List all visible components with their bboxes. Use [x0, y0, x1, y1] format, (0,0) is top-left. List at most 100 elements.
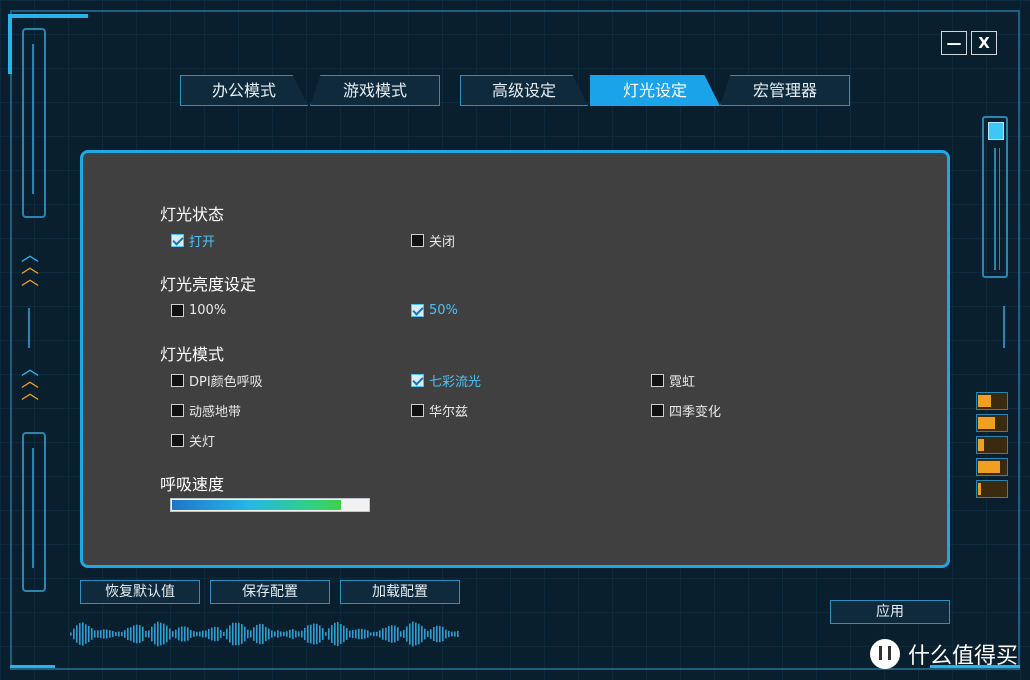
wave-bar: [376, 631, 378, 637]
slider-handle[interactable]: [988, 122, 1004, 140]
wave-bar: [328, 628, 330, 640]
checkbox-icon: [411, 403, 424, 417]
wave-bar: [142, 626, 144, 642]
close-button[interactable]: X: [971, 31, 997, 55]
mode-dpi-breathing-checkbox[interactable]: DPI颜色呼吸: [171, 371, 263, 390]
chevron-up-icon: ︿ ︿ ︿: [21, 359, 39, 404]
wave-bar: [364, 629, 366, 639]
wave-bar: [430, 629, 432, 639]
checkbox-icon: [171, 433, 184, 447]
wave-bar: [355, 629, 357, 639]
wave-bar: [397, 627, 399, 641]
wave-bar: [202, 630, 204, 638]
wave-bar: [319, 625, 321, 643]
apply-button[interactable]: 应用: [830, 600, 950, 624]
option-label: 关灯: [189, 434, 216, 450]
wave-bar: [409, 623, 411, 645]
wave-bar: [388, 626, 390, 642]
mode-light-off-checkbox[interactable]: 关灯: [171, 431, 216, 450]
tab-game-mode[interactable]: 游戏模式: [310, 75, 440, 106]
light-state-title: 灯光状态: [160, 205, 225, 224]
wave-bar: [190, 630, 192, 638]
breath-speed-slider[interactable]: [170, 498, 370, 512]
mode-waltz-checkbox[interactable]: 华尔兹: [411, 401, 469, 420]
chevron-up-icon: ︿ ︿ ︿: [21, 245, 39, 290]
load-config-button[interactable]: 加载配置: [340, 580, 460, 604]
wave-bar: [301, 630, 303, 638]
tab-office-mode[interactable]: 办公模式: [180, 75, 308, 106]
wave-bar: [127, 627, 129, 641]
wave-bar: [100, 630, 102, 638]
wave-bar: [277, 630, 279, 638]
brightness-50-checkbox[interactable]: 50%: [411, 301, 458, 319]
restore-default-button[interactable]: 恢复默认值: [80, 580, 200, 604]
wave-bar: [118, 631, 120, 637]
wave-bar: [160, 622, 162, 646]
smzdm-logo-icon: [869, 639, 900, 669]
wave-bar: [232, 622, 234, 646]
wave-bar: [79, 623, 81, 645]
tab-advanced-settings[interactable]: 高级设定: [460, 75, 588, 106]
wave-bar: [427, 630, 429, 638]
wave-bar: [76, 625, 78, 643]
mode-rainbow-flow-checkbox[interactable]: 七彩流光: [411, 371, 481, 390]
wave-bar: [454, 631, 456, 637]
wave-bar: [361, 628, 363, 640]
wave-bar: [424, 628, 426, 640]
mode-dynamic-zone-checkbox[interactable]: 动感地带: [171, 401, 241, 420]
wave-bar: [406, 626, 408, 642]
wave-bar: [316, 623, 318, 645]
option-label: DPI颜色呼吸: [189, 374, 263, 390]
wave-bar: [382, 628, 384, 640]
frame-corner-accent: [10, 665, 55, 668]
wave-bar: [274, 631, 276, 637]
wave-bar: [256, 624, 258, 644]
light-off-checkbox[interactable]: 关闭: [411, 231, 455, 250]
breath-speed-title: 呼吸速度: [160, 475, 225, 494]
tab-macro-manager[interactable]: 宏管理器: [720, 75, 850, 106]
left-decor-rail: [22, 432, 46, 592]
left-decor-rail: [22, 28, 46, 218]
frame-corner-accent: [8, 14, 12, 74]
wave-bar: [88, 625, 90, 643]
slider-track: [994, 148, 1000, 270]
wave-bar: [313, 623, 315, 645]
wave-bar: [112, 631, 114, 637]
minimize-button[interactable]: —: [941, 31, 967, 55]
light-on-checkbox[interactable]: 打开: [171, 231, 215, 250]
wave-bar: [208, 628, 210, 640]
wave-bar: [247, 629, 249, 639]
wave-bar: [169, 628, 171, 640]
checkbox-icon: [171, 403, 184, 417]
mode-four-seasons-checkbox[interactable]: 四季变化: [651, 401, 721, 420]
wave-bar: [145, 630, 147, 638]
mode-neon-checkbox[interactable]: 霓虹: [651, 371, 695, 390]
wave-bar: [229, 625, 231, 643]
wave-bar: [253, 627, 255, 641]
wave-bar: [394, 625, 396, 643]
wave-bar: [193, 631, 195, 637]
vertical-slider[interactable]: [982, 116, 1008, 278]
level-indicator: [976, 414, 1008, 432]
wave-bar: [85, 624, 87, 644]
frame-corner-accent: [8, 14, 88, 18]
wave-bar: [181, 626, 183, 642]
wave-bar: [217, 627, 219, 641]
wave-bar: [331, 624, 333, 644]
save-config-button[interactable]: 保存配置: [210, 580, 330, 604]
wave-bar: [445, 629, 447, 639]
option-label: 华尔兹: [429, 404, 469, 420]
option-label: 50%: [429, 302, 458, 318]
brightness-100-checkbox[interactable]: 100%: [171, 301, 226, 319]
wave-bar: [340, 624, 342, 644]
wave-bar: [196, 631, 198, 637]
app-window: ︿ ︿ ︿ ︿ ︿ ︿ — X 办公模式 游戏模式 高级设定 灯光设定 宏管理器 灯光状…: [0, 0, 1030, 680]
wave-bar: [415, 622, 417, 646]
tab-light-settings[interactable]: 灯光设定: [590, 75, 720, 106]
wave-bar: [352, 629, 354, 639]
wave-bar: [172, 631, 174, 637]
wave-bar: [442, 626, 444, 642]
level-fill: [978, 461, 1000, 473]
level-fill: [978, 439, 984, 451]
wave-bar: [373, 631, 375, 637]
